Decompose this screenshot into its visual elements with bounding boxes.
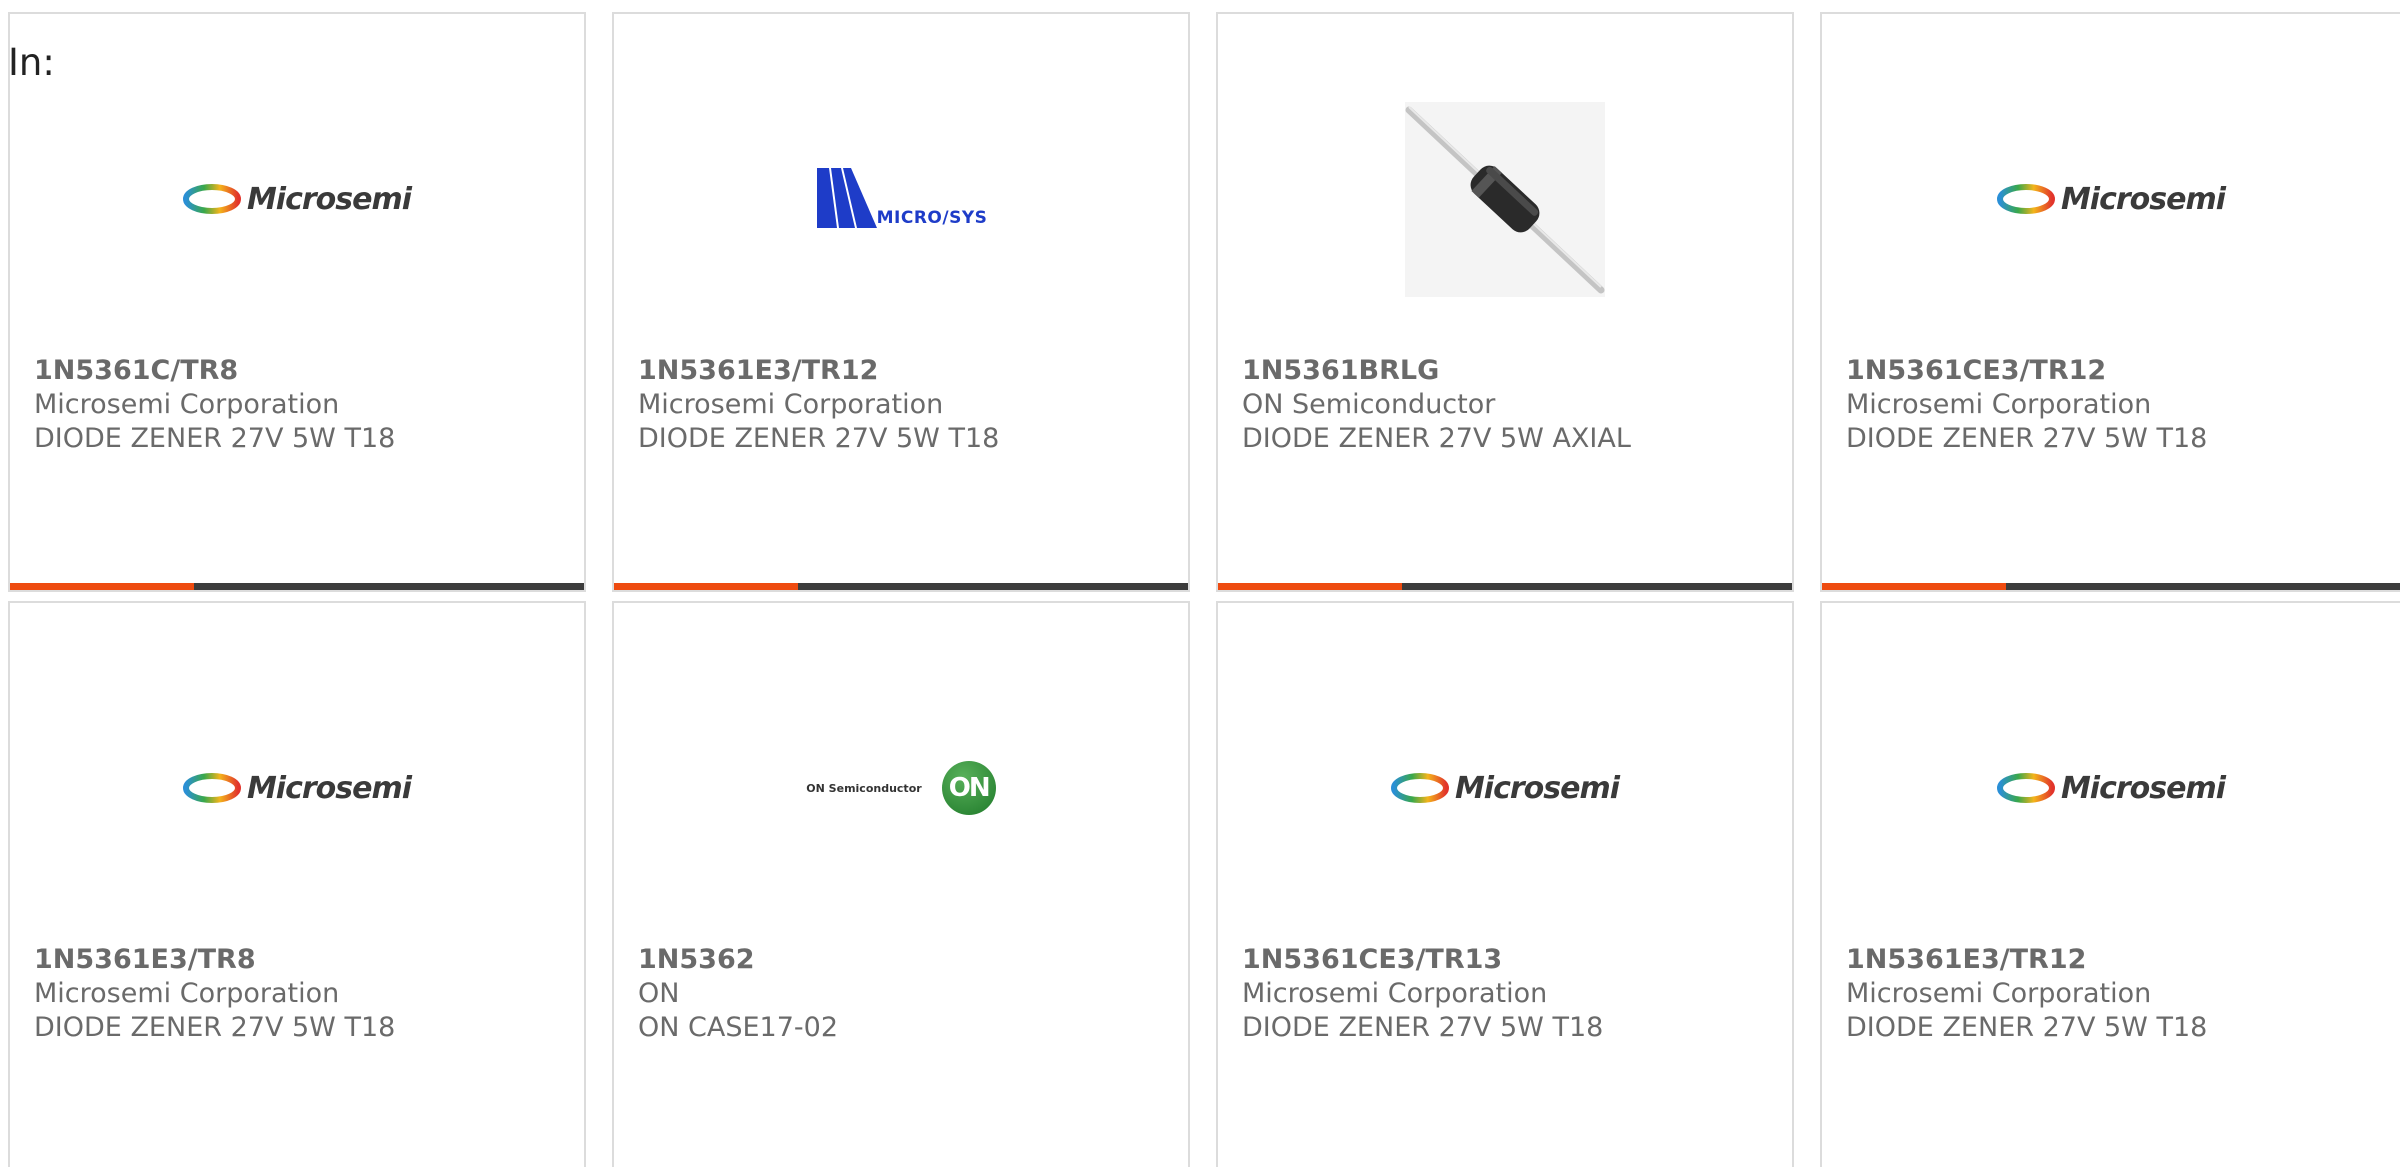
on-badge-icon: ON <box>941 761 996 815</box>
manufacturer: Microsemi Corporation <box>34 389 340 420</box>
microsemi-swirl-icon <box>1390 773 1449 803</box>
card-bottom-bar <box>614 583 1188 590</box>
product-image: Microsemi <box>1218 663 1792 913</box>
card-bar-accent <box>614 583 798 590</box>
product-image: Microsemi <box>10 663 584 913</box>
card-bottom-bar <box>1218 583 1792 590</box>
product-image: Microsemi <box>10 74 584 324</box>
product-card[interactable]: 1N5361BRLG ON Semiconductor DIODE ZENER … <box>1216 12 1794 592</box>
product-image: Microsemi <box>1822 74 2400 324</box>
microsys-logo-text: MICRO/SYS <box>876 208 988 228</box>
microsemi-logo: Microsemi <box>182 181 412 217</box>
description: DIODE ZENER 27V 5W AXIAL <box>1242 423 1631 454</box>
part-number[interactable]: 1N5361E3/TR12 <box>638 354 1168 388</box>
description: DIODE ZENER 27V 5W T18 <box>34 423 396 454</box>
card-bar-accent <box>10 583 194 590</box>
description: DIODE ZENER 27V 5W T18 <box>638 423 1000 454</box>
part-number[interactable]: 1N5361BRLG <box>1242 354 1772 388</box>
filter-label: In: <box>8 41 55 84</box>
description: DIODE ZENER 27V 5W T18 <box>34 1012 396 1043</box>
description: DIODE ZENER 27V 5W T18 <box>1846 1012 2208 1043</box>
manufacturer: Microsemi Corporation <box>1846 978 2152 1009</box>
on-semiconductor-logo: ON Semiconductor ON <box>806 761 996 815</box>
card-bottom-bar <box>10 583 584 590</box>
microsemi-swirl-icon <box>1996 184 2055 214</box>
part-number[interactable]: 1N5361C/TR8 <box>34 354 564 388</box>
product-card[interactable]: Microsemi 1N5361CE3/TR12 Microsemi Corpo… <box>1820 12 2400 592</box>
part-number[interactable]: 1N5361CE3/TR12 <box>1846 354 2380 388</box>
product-card[interactable]: Microsemi 1N5361CE3/TR13 Microsemi Corpo… <box>1216 601 1794 1167</box>
part-number[interactable]: 1N5362 <box>638 943 1168 977</box>
product-image <box>1218 74 1792 324</box>
product-image: Microsemi <box>1822 663 2400 913</box>
microsemi-logo-text: Microsemi <box>1454 770 1620 806</box>
microsemi-logo-text: Microsemi <box>2060 770 2226 806</box>
card-bottom-bar <box>1822 583 2400 590</box>
diode-photo <box>1405 101 1605 297</box>
manufacturer: ON <box>638 978 680 1009</box>
manufacturer: Microsemi Corporation <box>34 978 340 1009</box>
microsemi-logo-text: Microsemi <box>2060 181 2226 217</box>
microsemi-logo: Microsemi <box>182 770 412 806</box>
microsemi-logo-text: Microsemi <box>246 181 412 217</box>
card-bar-accent <box>1218 583 1402 590</box>
manufacturer: Microsemi Corporation <box>638 389 944 420</box>
manufacturer: Microsemi Corporation <box>1242 978 1548 1009</box>
part-number[interactable]: 1N5361E3/TR8 <box>34 943 564 977</box>
microsemi-logo: Microsemi <box>1996 181 2226 217</box>
description: DIODE ZENER 27V 5W T18 <box>1846 423 2208 454</box>
microsemi-logo: Microsemi <box>1390 770 1620 806</box>
product-image: ON Semiconductor ON <box>614 663 1188 913</box>
card-bar-accent <box>1822 583 2006 590</box>
product-card[interactable]: ON Semiconductor ON 1N5362 ON ON CASE17-… <box>612 601 1190 1167</box>
description: ON CASE17-02 <box>638 1012 839 1043</box>
microsemi-swirl-icon <box>182 773 241 803</box>
microsemi-swirl-icon <box>182 184 241 214</box>
microsys-logo: MICRO/SYS <box>815 168 988 230</box>
part-number[interactable]: 1N5361E3/TR12 <box>1846 943 2380 977</box>
description: DIODE ZENER 27V 5W T18 <box>1242 1012 1604 1043</box>
manufacturer: Microsemi Corporation <box>1846 389 2152 420</box>
microsemi-swirl-icon <box>1996 773 2055 803</box>
product-card[interactable]: Microsemi 1N5361E3/TR8 Microsemi Corpora… <box>8 601 586 1167</box>
product-image: MICRO/SYS <box>614 74 1188 324</box>
product-card[interactable]: Microsemi 1N5361E3/TR12 Microsemi Corpor… <box>1820 601 2400 1167</box>
product-grid-page: In: Microsemi 1N5361C/TR8 Microsemi Corp… <box>0 0 2400 1167</box>
manufacturer: ON Semiconductor <box>1242 389 1496 420</box>
product-card[interactable]: Microsemi 1N5361C/TR8 Microsemi Corporat… <box>8 12 586 592</box>
part-number[interactable]: 1N5361CE3/TR13 <box>1242 943 1772 977</box>
product-card[interactable]: MICRO/SYS 1N5361E3/TR12 Microsemi Corpor… <box>612 12 1190 592</box>
microsemi-logo-text: Microsemi <box>246 770 412 806</box>
on-semiconductor-logo-text: ON Semiconductor <box>806 781 922 795</box>
microsemi-logo: Microsemi <box>1996 770 2226 806</box>
microsys-mark-icon <box>816 168 877 228</box>
